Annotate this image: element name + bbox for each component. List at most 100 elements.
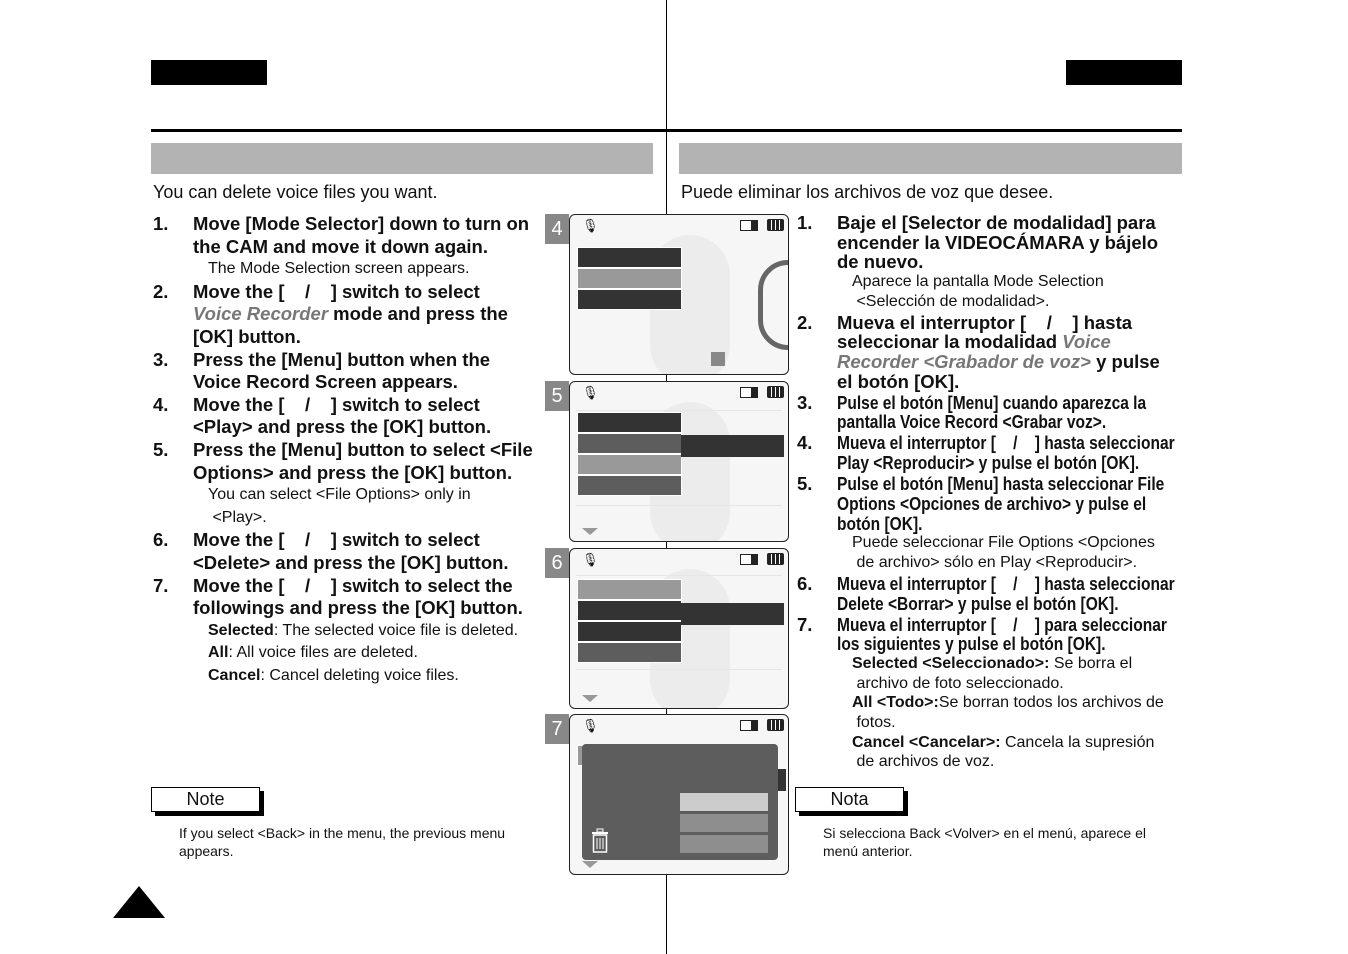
line-text: <Play> and press the [OK] button. [193, 416, 491, 439]
line-text: Move the [ / ] switch to select [193, 529, 480, 552]
step-line: 6. Mueva el interruptor [ / ] hasta selec… [797, 574, 1182, 594]
text-segment: <Delete> and press the [OK] button. [193, 551, 509, 573]
step-note-line: All: All voice files are deleted. [153, 642, 538, 665]
step-line: 2. Mueva el interruptor [ / ] hasta [797, 312, 1182, 333]
step-number: 7. [797, 613, 813, 635]
step-item: 5. Pulse el botón [Menu] hasta selecciona… [797, 474, 1182, 572]
divider [576, 410, 782, 411]
line-text: Options <Opciones de archivo> y pulse el [837, 492, 1147, 514]
step-line: 4. Mueva el interruptor [ / ] hasta selec… [797, 433, 1182, 453]
head-silhouette-icon [758, 260, 788, 350]
step-line: 2. Move the [ / ] switch to select [153, 281, 538, 304]
battery-icon [767, 386, 784, 398]
text-segment: : Cancel deleting voice files. [260, 666, 459, 684]
step-note-line: All <Todo>:Se borran todos los archivos … [797, 693, 1182, 713]
text-segment: Move [Mode Selector] down to turn on [193, 213, 530, 234]
text-segment: Cancela la supresión [1000, 733, 1155, 751]
step-line: encender la VIDEOCÁMARA y bájelo [797, 231, 1182, 253]
step-line: Voice Recorder mode and press the [153, 303, 538, 326]
screen-step-5: 🎙 [569, 381, 789, 542]
step-note-line: de archivo> sólo en Play <Reproducir>. [797, 553, 1182, 573]
text-segment: encender la VIDEOCÁMARA y bájelo [837, 231, 1159, 253]
step-note-line: Cancel <Cancelar>: Cancela la supresión [797, 733, 1182, 753]
step-line: 4. Move the [ / ] switch to select [153, 394, 538, 417]
step-line: 5. Press the [Menu] button to select <Fil… [153, 439, 538, 462]
step-number: 6. [153, 529, 169, 551]
text-segment: All [208, 644, 229, 662]
menu-item [577, 579, 682, 600]
step-line: Recorder <Grabador de voz> y pulse [797, 352, 1182, 372]
step-line: 1. Baje el [Selector de modalidad] para [797, 213, 1182, 233]
step-note-line: <Selección de modalidad>. [797, 292, 1182, 312]
text-segment: Move the [ / ] switch to select [193, 529, 480, 551]
menu-item [577, 412, 682, 433]
menu-item-selected [577, 454, 682, 475]
text-segment: <Play> and press the [OK] button. [193, 416, 492, 438]
manual-page: { "colors":{"band":"#b3b3b3","accent_ita… [0, 0, 1348, 954]
text-segment: Options <Opciones de archivo> y pulse el [837, 492, 1147, 514]
delete-dialog [582, 744, 778, 860]
microphone-icon: 🎙 [582, 552, 599, 567]
step-number: 4. [797, 432, 813, 454]
memory-icon [740, 720, 758, 731]
step-line: [OK] button. [153, 326, 538, 349]
note-text-es: Si selecciona Back <Volver> en el menú, … [823, 824, 1146, 860]
step-line: followings and press the [OK] button. [153, 597, 538, 620]
text-segment: Se borra el [1049, 654, 1133, 672]
text-segment: Puede seleccionar File Options <Opciones [852, 534, 1155, 552]
text-segment: Press the [Menu] button when the [193, 348, 491, 370]
line-text: Selected <Seleccionado>: Se borra el [852, 654, 1132, 674]
dialog-option-all[interactable] [680, 814, 768, 832]
divider [576, 505, 782, 506]
step-line: Delete <Borrar> y pulse el botón [OK]. [797, 593, 1182, 614]
microphone-icon: 🎙 [582, 218, 599, 233]
step-note-line: fotos. [797, 713, 1182, 733]
line-text: Mueva el interruptor [ / ] hasta selecci… [837, 574, 1175, 594]
text-segment: All <Todo>: [852, 694, 939, 712]
dialog-option-selected[interactable] [680, 793, 768, 811]
menu-item-selected [577, 268, 682, 289]
trash-icon [592, 828, 608, 853]
submenu-item-selected [681, 603, 784, 625]
text-segment: : The selected voice file is deleted. [273, 621, 519, 639]
text-segment: de archivo> sólo en Play <Reproducir>. [852, 553, 1138, 571]
line-text: Pulse el botón [Menu] hasta seleccionar … [837, 474, 1164, 494]
header-tab-right [1066, 60, 1182, 85]
line-text: Move the [ / ] switch to select [193, 394, 480, 417]
note-label-es: Nota [795, 787, 904, 812]
scroll-down-arrow-icon [582, 528, 598, 535]
text-segment: de nuevo. [837, 251, 924, 273]
note-line: If you select <Back> in the menu, the pr… [179, 825, 506, 841]
step-number: 4. [153, 393, 169, 415]
line-text: de archivos de voz. [852, 752, 994, 772]
step-line: Voice Record Screen appears. [153, 371, 538, 394]
note-line: appears. [179, 843, 234, 859]
text-segment: Aparece la pantalla Mode Selection [852, 273, 1104, 291]
text-segment: Move the [ / ] switch to select [193, 280, 480, 302]
step-line: los siguientes y pulse el botón [OK]. [797, 634, 1182, 654]
step-note-line: You can select <File Options> only in [153, 484, 538, 507]
line-text: Press the [Menu] button when the [193, 349, 490, 372]
step-item: 1. Baje el [Selector de modalidad] para en… [797, 213, 1182, 311]
text-segment: los siguientes y pulse el botón [OK]. [837, 633, 1106, 655]
step-number: 5. [153, 438, 169, 460]
line-text: Pulse el botón [Menu] cuando aparezca la [837, 392, 1146, 413]
dialog-option-cancel[interactable] [680, 835, 768, 853]
step-note-line: The Mode Selection screen appears. [153, 258, 538, 281]
line-text: botón [OK]. [837, 513, 922, 534]
step-line: Options <Opciones de archivo> y pulse el [797, 492, 1182, 514]
memory-icon [740, 387, 758, 398]
text-segment: Mueva el interruptor [ / ] hasta selecci… [837, 432, 1175, 454]
step-line: Play <Reproducir> y pulse el botón [OK]. [797, 453, 1182, 473]
step-item: 7. Move the [ / ] switch to select the fol… [153, 575, 538, 688]
text-segment: pantalla Voice Record <Grabar voz>. [837, 411, 1107, 433]
text-segment: Play <Reproducir> y pulse el botón [OK]. [837, 452, 1140, 474]
line-text: Delete <Borrar> y pulse el botón [OK]. [837, 593, 1119, 614]
line-text: <Delete> and press the [OK] button. [193, 552, 509, 575]
step-item: 1. Move [Mode Selector] down to turn on th… [153, 213, 538, 281]
step-number: 7. [153, 574, 169, 596]
step-item: 2. Mueva el interruptor [ / ] hasta selecc… [797, 312, 1182, 392]
text-segment: archivo de foto seleccionado. [852, 674, 1064, 692]
line-text: Play <Reproducir> y pulse el botón [OK]. [837, 453, 1139, 473]
text-segment: Se borran todos los archivos de [938, 694, 1164, 712]
